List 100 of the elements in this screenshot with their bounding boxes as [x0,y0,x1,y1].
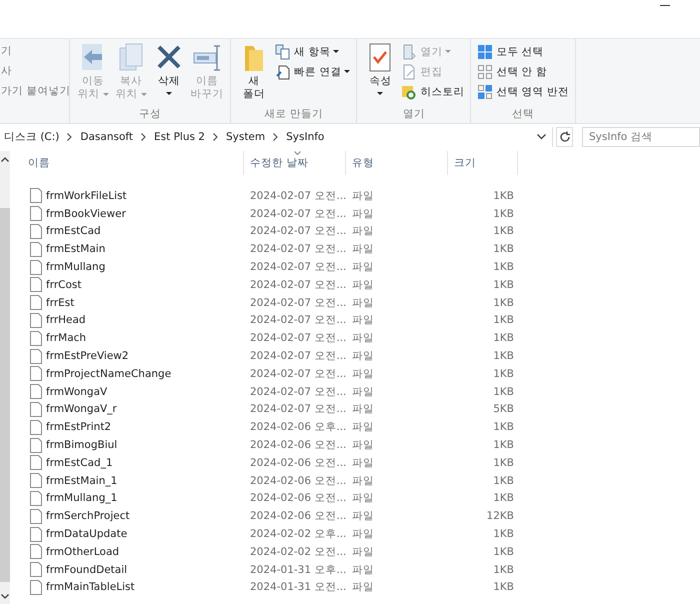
type-cell-text: 파일 [351,527,375,542]
size-cell-text: 1KB [492,278,515,291]
file-icon [30,473,42,488]
file-name[interactable]: frmMainTableList [46,581,135,594]
file-icon [30,260,42,275]
type-cell-text: 파일 [351,384,375,399]
column-header[interactable]: 유형 [346,151,448,175]
group-label: 열기 [402,107,425,121]
breadcrumb[interactable]: Dasansoft [80,131,134,143]
date-cell-text: 2024-02-07 오전... [249,278,346,292]
file-name[interactable]: frmBookViewer [46,208,126,220]
file-name[interactable]: frrHead [46,314,86,326]
ribbon-button[interactable]: 새 항목 [275,43,350,60]
clipboard-command[interactable]: 사 [1,64,69,78]
clipboard-command[interactable]: 기 [1,44,69,58]
breadcrumb[interactable]: 디스크 (C:) [4,130,60,144]
file-name[interactable]: frmMullang_1 [46,492,118,504]
ribbon-button[interactable]: 새 폴더 [237,42,271,107]
size-cell-text: 1KB [492,261,515,274]
size-cell-text: 1KB [492,546,515,558]
file-name[interactable]: frmProjectNameChange [46,368,172,380]
chevron-icon [273,133,278,141]
file-name[interactable]: frrCost [46,278,82,291]
size-cell-text: 1KB [492,564,515,576]
breadcrumb[interactable]: SysInfo [286,131,324,143]
type-cell-text: 파일 [351,456,375,470]
file-name[interactable]: frrMach [46,332,86,344]
type-cell-text: 파일 [351,278,375,292]
size-cell-text: 1KB [492,243,515,256]
file-name[interactable]: frmFoundDetail [46,564,128,576]
size-cell-text: 1KB [492,225,515,238]
breadcrumb[interactable]: Est Plus 2 [154,131,205,143]
file-name[interactable]: frmEstCad_1 [46,456,113,469]
breadcrumb[interactable]: System [226,131,266,143]
file-name[interactable]: frmBimogBiul [46,439,118,452]
document-icon [401,44,418,60]
column-header[interactable]: 수정한 날짜 [244,151,346,175]
search-field[interactable]: SysInfo 검색 [582,127,700,147]
file-name[interactable]: frmOtherLoad [46,546,120,558]
size-cell-text: 1KB [492,456,515,469]
date-cell-text: 2024-01-31 오후... [249,562,346,577]
file-name[interactable]: frmDataUpdate [46,528,128,540]
file-icon [30,384,42,400]
ribbon-button[interactable]: 선택 영역 반전 [477,83,570,100]
size-cell-text: 1KB [492,421,515,434]
address-bar[interactable]: 디스크 (C:) Dasansoft Est Plus 2 System SysInfo [0,127,553,147]
file-icon [30,526,42,542]
file-name[interactable]: frmSerchProject [46,510,130,522]
file-name[interactable]: frmEstPreView2 [46,350,129,362]
date-cell-text: 2024-02-07 오전... [249,296,346,310]
scroll-bar[interactable] [0,151,10,604]
file-icon [30,508,42,524]
date-cell-text: 2024-02-06 오후... [249,420,346,434]
type-cell-text: 파일 [351,206,375,221]
ribbon-button[interactable]: 모두 선택 [477,43,570,60]
type-cell-text: 파일 [351,366,375,381]
file-name[interactable]: frrEst [46,296,74,309]
ribbon-button[interactable]: 속성 [363,42,398,107]
date-cell-text: 2024-02-06 오전... [249,456,346,470]
file-name[interactable]: frmWongaV [46,386,108,398]
dropdown-icon[interactable] [537,134,546,140]
type-cell-text: 파일 [351,331,375,346]
file-icon [30,224,42,239]
checkered-grid-icon [477,84,494,100]
ribbon-button[interactable]: 선택 안 함 [477,63,570,80]
refresh-button[interactable] [556,127,573,147]
size-cell-text: 1KB [492,492,515,504]
file-name[interactable]: frmEstPrint2 [46,421,112,434]
scroll-up-icon[interactable] [1,157,9,162]
ribbon-button[interactable]: 빠른 연결 [275,63,350,80]
clipboard-command[interactable]: 가기 붙여넣기 [1,84,69,98]
type-cell-text: 파일 [351,438,375,452]
scroll-down-icon[interactable] [1,594,9,599]
date-cell-text: 2024-02-07 오전... [249,242,346,256]
file-name[interactable]: frmEstMain_1 [46,474,118,487]
group-label: 새로 만들기 [264,107,323,121]
file-icon [30,188,42,204]
date-cell-text: 2024-02-07 오전... [249,402,346,416]
ribbon-button[interactable]: 삭제 [152,42,186,107]
column-header[interactable]: 크기 [448,151,518,175]
column-header[interactable]: 이름 [22,151,244,175]
file-name[interactable]: frmWongaV_r [46,403,117,416]
file-name[interactable]: frmWorkFileList [46,190,127,202]
file-name[interactable]: frmMullang [46,261,106,274]
ribbon-button[interactable]: 히스토리 [401,83,464,100]
type-cell-text: 파일 [351,188,375,203]
date-cell-text: 2024-02-07 오전... [249,313,346,328]
file-name[interactable]: frmEstMain [46,243,106,256]
file-icon [30,420,42,435]
size-cell-text: 1KB [492,581,515,594]
size-cell-text: 1KB [492,332,515,344]
scroll-thumb[interactable] [0,208,10,582]
file-name[interactable]: frmEstCad [46,225,101,238]
minimize-icon[interactable] [660,5,670,7]
size-cell-text: 1KB [492,314,515,326]
date-cell-text: 2024-02-02 오후... [249,527,346,542]
type-cell-text: 파일 [351,402,375,416]
type-cell-text: 파일 [351,420,375,434]
date-cell-text: 2024-02-07 오전... [249,331,346,346]
type-cell-text: 파일 [351,491,375,506]
